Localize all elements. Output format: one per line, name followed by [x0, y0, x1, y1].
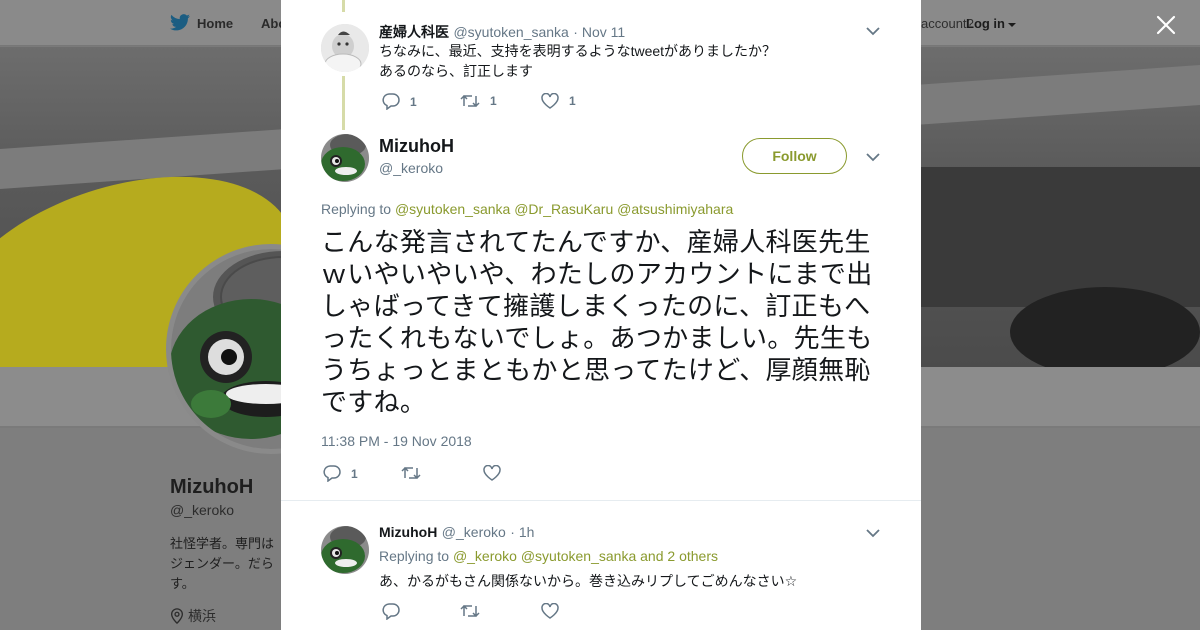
- tweet-time[interactable]: · 1h: [510, 524, 534, 540]
- reply-action[interactable]: [382, 603, 400, 620]
- avatar[interactable]: [321, 526, 369, 574]
- reply-count: 1: [410, 94, 417, 109]
- location-pin-icon: [170, 608, 184, 625]
- thread-connector: [342, 76, 345, 130]
- caret-down-icon: [1008, 22, 1016, 27]
- reply-icon: [382, 93, 400, 110]
- retweet-icon: [401, 466, 421, 480]
- avatar[interactable]: [321, 134, 369, 182]
- profile-handle: @_keroko: [170, 502, 235, 518]
- reply-icon: [382, 603, 400, 620]
- retweet-action[interactable]: [460, 603, 480, 619]
- like-action[interactable]: [483, 465, 501, 481]
- replying-to-prefix: Replying to: [379, 548, 450, 564]
- tweet-modal: 産婦人科医 @syutoken_sanka · Nov 11 ちなみに、最近、支…: [281, 0, 921, 630]
- author-name[interactable]: MizuhoH: [379, 524, 437, 540]
- close-icon[interactable]: [1154, 13, 1178, 37]
- avatar[interactable]: [321, 24, 369, 72]
- tweet-text-line: あるのなら、訂正します: [379, 63, 533, 79]
- thread-connector: [342, 0, 345, 12]
- heart-icon: [541, 93, 559, 109]
- chevron-down-icon[interactable]: [866, 528, 880, 538]
- replying-to-links[interactable]: @_keroko @syutoken_sanka: [453, 548, 636, 564]
- retweet-action[interactable]: [401, 465, 421, 481]
- tweet-header: 産婦人科医 @syutoken_sanka · Nov 11: [379, 22, 625, 42]
- reply-count: 1: [351, 466, 358, 481]
- reply-action[interactable]: 1: [382, 93, 417, 110]
- author-name[interactable]: MizuhoH: [379, 136, 454, 157]
- replying-to: Replying to @syutoken_sanka @Dr_RasuKaru…: [321, 201, 733, 217]
- heart-icon: [541, 603, 559, 619]
- tweet-timestamp[interactable]: 11:38 PM - 19 Nov 2018: [321, 433, 472, 449]
- chevron-down-icon[interactable]: [866, 152, 880, 162]
- nav-home-link[interactable]: Home: [197, 16, 233, 31]
- retweet-count: 1: [490, 94, 497, 108]
- replying-to-others[interactable]: and 2 others: [640, 548, 718, 564]
- author-handle[interactable]: @_keroko: [379, 160, 443, 176]
- divider: [281, 500, 921, 501]
- replying-to-prefix: Replying to: [321, 201, 392, 217]
- retweet-icon: [460, 604, 480, 618]
- profile-bio: 社怪学者。専門は ジェンダー。だら す。: [170, 536, 275, 591]
- author-handle[interactable]: @_keroko: [442, 524, 506, 540]
- retweet-icon: [460, 94, 480, 108]
- tweet-text: こんな発言されてたんですか、産婦人科医先生ｗいやいやいや、わたしのアカウントにま…: [321, 228, 873, 418]
- replying-to-links[interactable]: @syutoken_sanka @Dr_RasuKaru @atsushimiy…: [395, 201, 733, 217]
- like-count: 1: [569, 94, 576, 108]
- replying-to: Replying to @_keroko @syutoken_sanka and…: [379, 548, 718, 564]
- heart-icon: [483, 465, 501, 481]
- tweet-header: MizuhoH @_keroko · 1h: [379, 524, 534, 542]
- tweet-text: あ、かるがもさん関係ないから。巻き込みリプしてごめんなさい☆: [379, 573, 798, 589]
- tweet-text: ちなみに、最近、支持を表明するようなtweetがありましたか？ あるのなら、訂正…: [379, 41, 776, 81]
- profile-location: 横浜: [170, 606, 216, 626]
- profile-name: MizuhoH: [170, 476, 254, 498]
- reply-action[interactable]: 1: [323, 465, 358, 482]
- retweet-action[interactable]: 1: [460, 93, 497, 109]
- like-action[interactable]: [541, 603, 559, 619]
- twitter-bird-icon[interactable]: [170, 14, 190, 36]
- login-menu[interactable]: Log in: [966, 16, 1016, 31]
- tweet-text-line: ちなみに、最近、支持を表明するようなtweetがありましたか？: [379, 43, 777, 59]
- login-label[interactable]: Log in: [966, 16, 1005, 31]
- location-text: 横浜: [188, 608, 216, 624]
- like-action[interactable]: 1: [541, 93, 576, 109]
- chevron-down-icon[interactable]: [866, 26, 880, 36]
- tweet-time[interactable]: · Nov 11: [573, 24, 625, 40]
- author-name[interactable]: 産婦人科医: [379, 24, 449, 40]
- reply-icon: [323, 465, 341, 482]
- author-handle[interactable]: @syutoken_sanka: [453, 24, 568, 40]
- follow-button[interactable]: Follow: [742, 138, 847, 174]
